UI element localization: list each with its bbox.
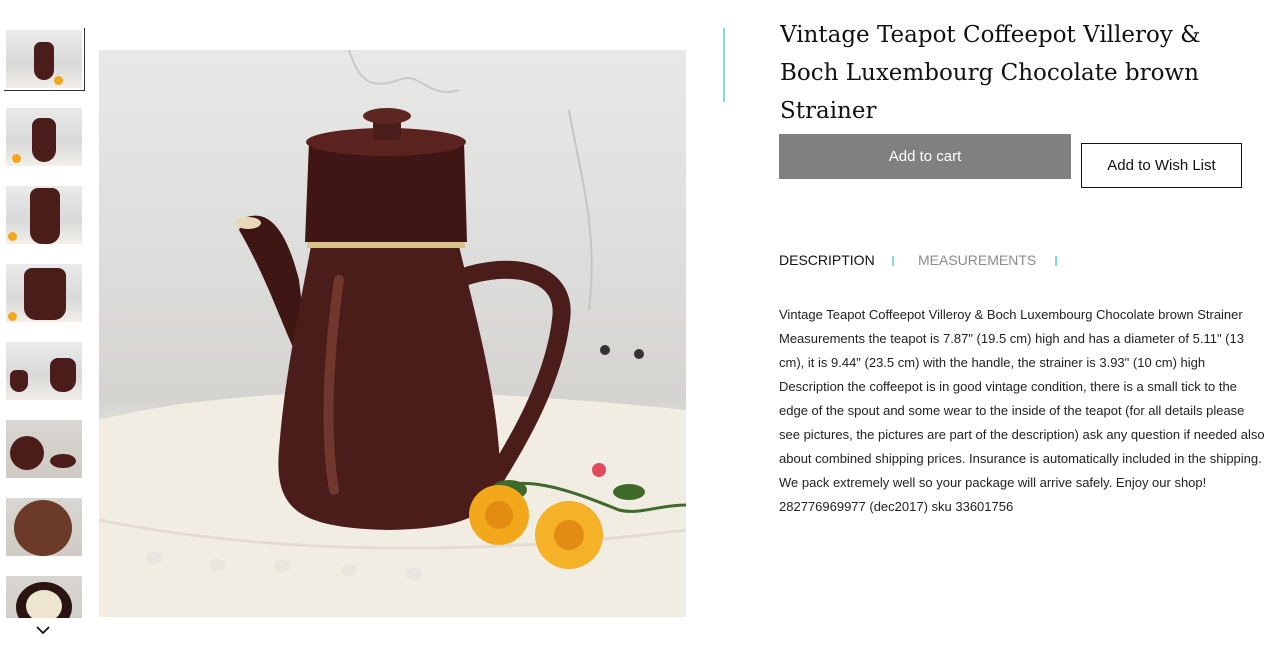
teapot-shape — [30, 188, 60, 244]
tab-measurements[interactable]: MEASUREMENTS — [918, 252, 1036, 268]
thumbnail-gallery — [4, 28, 86, 618]
chevron-down-icon[interactable] — [34, 623, 52, 637]
cup-interior — [26, 590, 62, 618]
thumbnail-7[interactable] — [4, 496, 84, 558]
tab-divider — [1055, 256, 1057, 266]
flower-shape — [54, 76, 63, 85]
add-to-wishlist-button[interactable]: Add to Wish List — [1081, 143, 1242, 188]
flower-shape — [8, 232, 17, 241]
teapot-shape — [10, 370, 28, 392]
teapot-illustration — [99, 50, 686, 617]
thumbnail-2[interactable] — [4, 106, 84, 168]
teapot-shape — [24, 268, 66, 320]
main-product-image[interactable] — [99, 50, 686, 617]
product-title: Vintage Teapot Coffeepot Villeroy & Boch… — [780, 22, 1201, 124]
add-to-cart-button[interactable]: Add to cart — [779, 134, 1071, 179]
product-description: Vintage Teapot Coffeepot Villeroy & Boch… — [779, 307, 1265, 514]
flower-shape — [8, 312, 17, 321]
thumbnail-6[interactable] — [4, 418, 84, 480]
thumbnail-5[interactable] — [4, 340, 84, 402]
thumbnail-1[interactable] — [4, 28, 85, 91]
teapot-shape — [14, 500, 72, 556]
teapot-shape — [10, 436, 44, 470]
teapot-shape — [50, 454, 76, 468]
accent-divider — [723, 28, 725, 102]
thumbnail-3[interactable] — [4, 184, 84, 246]
teapot-shape — [50, 358, 76, 392]
tab-divider — [892, 256, 894, 266]
flower-shape — [12, 154, 21, 163]
tab-description[interactable]: DESCRIPTION — [779, 252, 875, 268]
thumbnail-8[interactable] — [4, 574, 84, 618]
thumbnail-4[interactable] — [4, 262, 84, 324]
teapot-shape — [32, 118, 56, 162]
teapot-shape — [34, 42, 54, 80]
